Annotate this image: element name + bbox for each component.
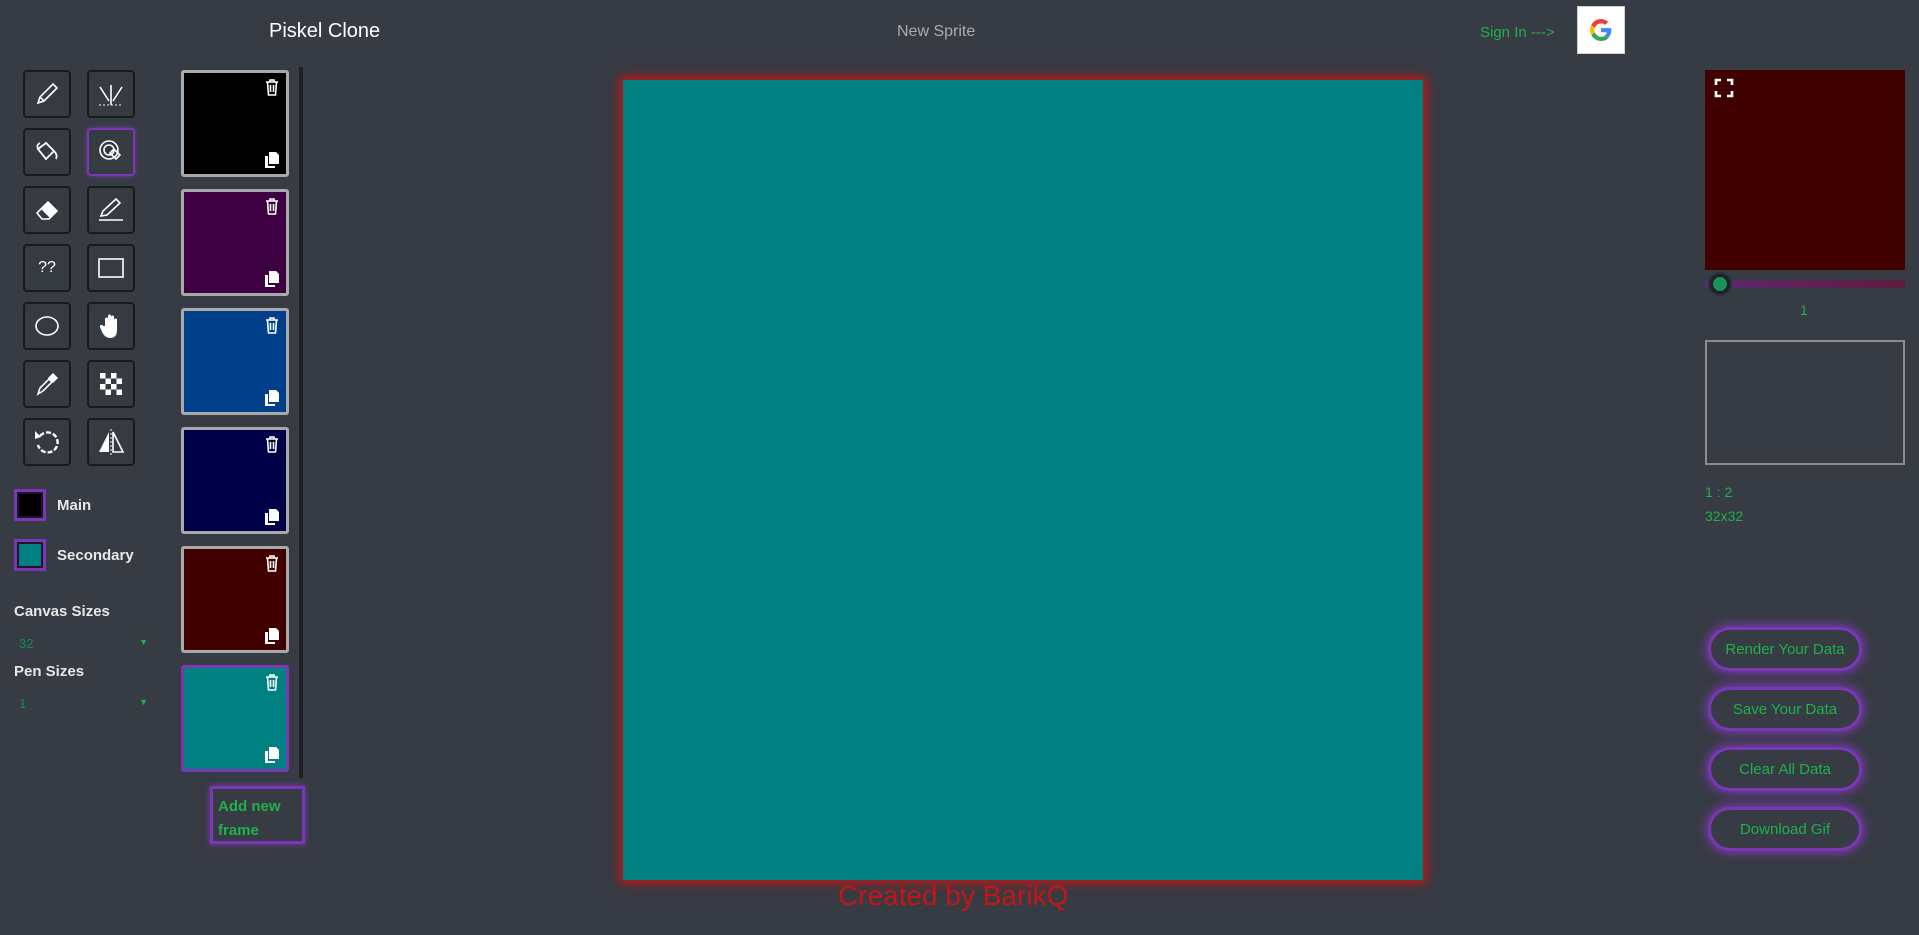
color-picker-tool[interactable] bbox=[23, 360, 71, 408]
unknown-tool[interactable]: ?? bbox=[23, 244, 71, 292]
clear-data-button[interactable]: Clear All Data bbox=[1708, 747, 1862, 791]
paint-bucket-tool[interactable] bbox=[23, 128, 71, 176]
bucket-icon bbox=[36, 141, 58, 161]
add-frame-button[interactable]: Add new frame bbox=[210, 786, 305, 844]
magic-bucket-icon bbox=[99, 140, 122, 161]
dropdown-arrow-icon: ▼ bbox=[139, 697, 148, 707]
frame-thumbnail[interactable] bbox=[181, 308, 289, 415]
delete-frame-icon[interactable] bbox=[264, 197, 280, 215]
main-color-picker[interactable] bbox=[14, 489, 46, 521]
delete-frame-icon[interactable] bbox=[264, 78, 280, 96]
canvas-sizes-label: Canvas Sizes bbox=[14, 603, 110, 620]
duplicate-frame-icon[interactable] bbox=[264, 389, 280, 407]
move-tool[interactable] bbox=[87, 302, 135, 350]
frame-thumbnail[interactable] bbox=[181, 427, 289, 534]
mini-map-preview bbox=[1705, 340, 1905, 465]
eraser-icon bbox=[35, 200, 59, 220]
duplicate-frame-icon[interactable] bbox=[264, 508, 280, 526]
eraser-tool[interactable] bbox=[23, 186, 71, 234]
delete-frame-icon[interactable] bbox=[264, 316, 280, 334]
duplicate-frame-icon[interactable] bbox=[264, 270, 280, 288]
duplicate-frame-icon[interactable] bbox=[264, 746, 280, 764]
delete-frame-icon[interactable] bbox=[264, 673, 280, 691]
rectangle-icon bbox=[98, 258, 124, 278]
pen-tool[interactable] bbox=[23, 70, 71, 118]
app-title: Piskel Clone bbox=[269, 20, 381, 42]
main-color-label: Main bbox=[57, 497, 92, 514]
checker-icon bbox=[100, 373, 122, 395]
pen-size-value: 1 bbox=[19, 696, 27, 711]
download-gif-button[interactable]: Download Gif bbox=[1708, 807, 1862, 851]
pen-sizes-label: Pen Sizes bbox=[14, 663, 85, 680]
frame-thumbnail[interactable] bbox=[181, 546, 289, 653]
duplicate-frame-icon[interactable] bbox=[264, 627, 280, 645]
footer-credit: Created by BarikQ bbox=[838, 880, 1069, 911]
hand-icon bbox=[99, 314, 117, 338]
stroke-pen-icon bbox=[99, 197, 123, 221]
delete-frame-icon[interactable] bbox=[264, 554, 280, 572]
eyedropper-icon bbox=[36, 373, 58, 396]
frames-scrollbar[interactable] bbox=[299, 67, 303, 778]
frame-thumbnail[interactable] bbox=[181, 70, 289, 177]
duplicate-frame-icon[interactable] bbox=[264, 151, 280, 169]
fps-value: 1 bbox=[1800, 302, 1808, 318]
paint-same-pixels-tool[interactable] bbox=[87, 128, 135, 176]
frame-thumbnail[interactable] bbox=[181, 665, 289, 772]
secondary-color-picker[interactable] bbox=[14, 539, 46, 571]
rectangle-tool[interactable] bbox=[87, 244, 135, 292]
main-color-swatch bbox=[19, 494, 41, 516]
zoom-ratio: 1 : 2 bbox=[1705, 484, 1733, 500]
frame-thumbnail[interactable] bbox=[181, 189, 289, 296]
fullscreen-button[interactable] bbox=[1714, 78, 1734, 98]
circle-tool[interactable] bbox=[23, 302, 71, 350]
flip-tool[interactable] bbox=[87, 418, 135, 466]
flip-icon bbox=[99, 429, 125, 455]
dithering-tool[interactable] bbox=[87, 360, 135, 408]
rotate-icon bbox=[35, 431, 59, 454]
secondary-color-label: Secondary bbox=[57, 547, 134, 564]
question-text: ?? bbox=[38, 259, 56, 276]
save-data-button[interactable]: Save Your Data bbox=[1708, 687, 1862, 731]
pen-size-select[interactable]: 1 ▼ bbox=[14, 694, 150, 714]
pencil-icon bbox=[36, 82, 59, 105]
google-icon bbox=[1590, 19, 1612, 41]
secondary-color-swatch bbox=[19, 544, 41, 566]
delete-frame-icon[interactable] bbox=[264, 435, 280, 453]
vertical-mirror-pen-tool[interactable] bbox=[87, 70, 135, 118]
rotate-tool[interactable] bbox=[23, 418, 71, 466]
ellipse-icon bbox=[35, 316, 59, 336]
drawing-canvas[interactable] bbox=[623, 80, 1423, 880]
canvas-size-select[interactable]: 32 ▼ bbox=[14, 634, 150, 654]
fps-slider-handle[interactable] bbox=[1710, 274, 1730, 294]
canvas-size-value: 32 bbox=[19, 636, 34, 651]
stroke-tool[interactable] bbox=[87, 186, 135, 234]
canvas-size-info: 32x32 bbox=[1705, 508, 1744, 524]
google-sign-in-button[interactable] bbox=[1577, 6, 1625, 54]
animation-preview[interactable] bbox=[1705, 70, 1905, 270]
fullscreen-icon bbox=[1714, 78, 1734, 98]
mirror-pen-icon bbox=[99, 85, 123, 106]
fps-slider[interactable] bbox=[1705, 280, 1905, 288]
sprite-name[interactable]: New Sprite bbox=[897, 23, 975, 41]
dropdown-arrow-icon: ▼ bbox=[139, 637, 148, 647]
sign-in-label: Sign In ---> bbox=[1480, 24, 1555, 41]
render-data-button[interactable]: Render Your Data bbox=[1708, 627, 1862, 671]
